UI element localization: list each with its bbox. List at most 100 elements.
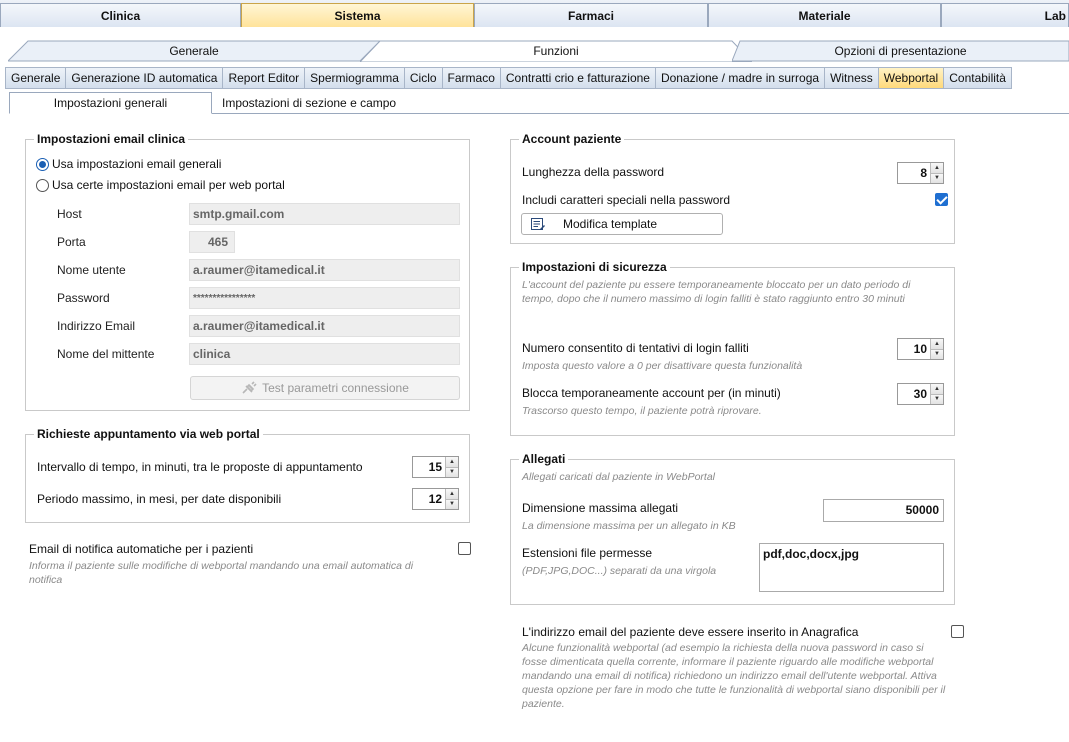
login-attempts-hint: Imposta questo valore a 0 per disattivar…	[522, 360, 803, 372]
tab-label: Funzioni	[533, 44, 579, 58]
login-attempts-spinner[interactable]: 10 ▲ ▼	[897, 338, 944, 360]
main-tab-materiale[interactable]: Materiale	[708, 3, 941, 27]
sub-tab-impostazioni-sezione[interactable]: Impostazioni di sezione e campo	[212, 92, 432, 114]
lock-duration-label: Blocca temporaneamente account per (in m…	[522, 386, 781, 400]
section-tab-funzioni[interactable]: Funzioni	[360, 40, 752, 62]
interval-label: Intervallo di tempo, in minuti, tra le p…	[37, 460, 363, 474]
tab-label: Ciclo	[409, 71, 437, 85]
test-connection-button[interactable]: Test parametri connessione	[190, 376, 460, 400]
edit-template-label: Modifica template	[563, 217, 658, 231]
function-tab-donazione[interactable]: Donazione / madre in surroga	[655, 68, 826, 88]
extensions-textarea[interactable]: pdf,doc,docx,jpg	[759, 543, 944, 592]
tab-label: Farmaci	[567, 8, 615, 23]
function-tab-webportal[interactable]: Webportal	[878, 68, 945, 88]
spin-down-icon[interactable]: ▼	[931, 173, 943, 183]
radio-email-general-label: Usa impostazioni email generali	[52, 157, 222, 171]
function-tab-contratti-crio[interactable]: Contratti crio e fatturazione	[500, 68, 656, 88]
spin-up-icon[interactable]: ▲	[931, 384, 943, 395]
max-size-input[interactable]: 50000	[823, 499, 944, 522]
tab-label: Witness	[830, 71, 873, 85]
tab-label: Webportal	[883, 71, 939, 85]
tab-label: Impostazioni di sezione e campo	[222, 96, 397, 110]
main-tab-bar: Clinica Sistema Farmaci Materiale Lab	[0, 0, 1069, 27]
spin-down-icon[interactable]: ▼	[446, 467, 458, 477]
radio-email-custom[interactable]	[36, 179, 49, 192]
group-title: Impostazioni email clinica	[34, 132, 189, 146]
password-length-spinner[interactable]: 8 ▲ ▼	[897, 162, 944, 184]
spin-up-icon[interactable]: ▲	[931, 339, 943, 350]
tab-label: Contabilità	[949, 71, 1006, 85]
radio-email-general[interactable]	[36, 158, 49, 171]
group-title: Allegati	[519, 452, 569, 466]
main-tab-clinica[interactable]: Clinica	[0, 3, 241, 27]
function-tab-report-editor[interactable]: Report Editor	[223, 68, 306, 88]
email-required-label: L'indirizzo email del paziente deve esse…	[522, 625, 859, 639]
email-required-checkbox[interactable]	[951, 625, 964, 638]
spinner-value: 10	[913, 342, 927, 356]
port-label: Porta	[57, 235, 86, 249]
tab-label: Generale	[169, 44, 219, 58]
password-field[interactable]: ****************	[189, 287, 460, 309]
tab-label: Spermiogramma	[310, 71, 399, 85]
extensions-label: Estensioni file permesse	[522, 546, 653, 560]
group-title: Richieste appuntamento via web portal	[34, 427, 263, 441]
spinner-value: 8	[920, 166, 927, 180]
section-tab-generale[interactable]: Generale	[8, 40, 380, 62]
period-spinner[interactable]: 12 ▲ ▼	[412, 488, 459, 510]
function-tab-witness[interactable]: Witness	[825, 68, 879, 88]
edit-template-button[interactable]: Modifica template	[521, 213, 723, 235]
attachments-hint: Allegati caricati dal paziente in WebPor…	[522, 471, 715, 483]
notify-checkbox[interactable]	[458, 542, 471, 555]
port-field[interactable]: 465	[189, 231, 235, 253]
function-tab-spermiogramma[interactable]: Spermiogramma	[305, 68, 405, 88]
main-tab-sistema[interactable]: Sistema	[241, 3, 474, 27]
spin-down-icon[interactable]: ▼	[446, 499, 458, 509]
spin-down-icon[interactable]: ▼	[931, 394, 943, 404]
function-tab-generazione-id[interactable]: Generazione ID automatica	[66, 68, 224, 88]
spin-up-icon[interactable]: ▲	[446, 457, 458, 468]
username-label: Nome utente	[57, 263, 126, 277]
special-chars-label: Includi caratteri speciali nella passwor…	[522, 193, 731, 207]
tab-label: Materiale	[798, 8, 851, 23]
password-label: Password	[57, 291, 110, 305]
function-tab-contabilita[interactable]: Contabilità	[944, 68, 1011, 88]
tab-label: Donazione / madre in surroga	[660, 71, 820, 85]
username-field[interactable]: a.raumer@itamedical.it	[189, 259, 460, 281]
max-size-label: Dimensione massima allegati	[522, 501, 679, 515]
special-chars-checkbox[interactable]	[935, 193, 948, 206]
section-tab-opzioni-presentazione[interactable]: Opzioni di presentazione	[732, 40, 1069, 62]
function-tab-ciclo[interactable]: Ciclo	[404, 68, 443, 88]
spinner-value: 15	[428, 460, 442, 474]
sender-name-label: Nome del mittente	[57, 347, 155, 361]
email-required-hint: Alcune funzionalità webportal (ad esempi…	[522, 642, 946, 710]
tab-label: Lab	[1044, 8, 1066, 23]
notify-label: Email di notifica automatiche per i pazi…	[29, 542, 254, 556]
main-tab-farmaci[interactable]: Farmaci	[474, 3, 708, 27]
host-field[interactable]: smtp.gmail.com	[189, 203, 460, 225]
function-tab-generale[interactable]: Generale	[6, 68, 67, 88]
period-label: Periodo massimo, in mesi, per date dispo…	[37, 492, 282, 506]
tab-label: Generazione ID automatica	[71, 71, 218, 85]
password-length-label: Lunghezza della password	[522, 165, 665, 179]
interval-spinner[interactable]: 15 ▲ ▼	[412, 456, 459, 478]
tab-label: Report Editor	[228, 71, 300, 85]
sub-tab-impostazioni-generali[interactable]: Impostazioni generali	[9, 92, 212, 114]
lock-duration-spinner[interactable]: 30 ▲ ▼	[897, 383, 944, 405]
login-attempts-label: Numero consentito di tentativi di login …	[522, 341, 749, 355]
sub-tab-bar: Impostazioni generali Impostazioni di se…	[9, 92, 1069, 114]
tab-label: Contratti crio e fatturazione	[505, 71, 650, 85]
function-tab-bar: Generale Generazione ID automatica Repor…	[5, 67, 1012, 89]
extensions-hint: (PDF,JPG,DOC...) separati da una virgola	[522, 565, 717, 577]
email-address-label: Indirizzo Email	[57, 319, 136, 333]
spin-up-icon[interactable]: ▲	[446, 489, 458, 500]
spin-up-icon[interactable]: ▲	[931, 163, 943, 174]
radio-email-custom-label: Usa certe impostazioni email per web por…	[52, 178, 285, 192]
email-address-field[interactable]: a.raumer@itamedical.it	[189, 315, 460, 337]
function-tab-farmaco[interactable]: Farmaco	[442, 68, 501, 88]
tab-label: Sistema	[334, 8, 381, 23]
plug-icon	[242, 381, 257, 394]
host-label: Host	[57, 207, 82, 221]
main-tab-lab[interactable]: Lab	[941, 3, 1069, 27]
spin-down-icon[interactable]: ▼	[931, 349, 943, 359]
sender-name-field[interactable]: clinica	[189, 343, 460, 365]
